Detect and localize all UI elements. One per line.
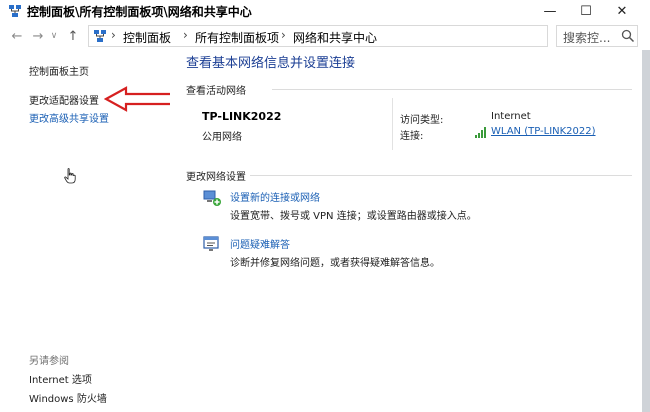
breadcrumb-all-items[interactable]: 所有控制面板项 — [195, 29, 279, 46]
search-box[interactable]: 搜索控... — [556, 25, 638, 47]
maximize-button[interactable]: ☐ — [568, 0, 604, 22]
wlan-connection-link[interactable]: WLAN (TP-LINK2022) — [491, 126, 596, 137]
red-arrow-icon — [104, 86, 176, 112]
change-adapter-settings-link[interactable]: 更改适配器设置 — [29, 92, 99, 107]
search-icon[interactable] — [621, 29, 635, 43]
title-bar: 控制面板\所有控制面板项\网络和共享中心 — ☐ ✕ — [0, 0, 650, 22]
window-edge — [642, 50, 650, 412]
access-type-label: 访问类型: — [400, 115, 444, 126]
troubleshoot-problems-description: 诊断并修复网络问题，或者获得疑难解答信息。 — [230, 258, 440, 269]
close-button[interactable]: ✕ — [604, 0, 640, 22]
new-connection-icon — [203, 190, 221, 206]
connections-label: 连接: — [400, 131, 424, 142]
change-advanced-sharing-link[interactable]: 更改高级共享设置 — [29, 110, 109, 125]
divider — [250, 175, 632, 176]
setup-new-connection-description: 设置宽带、拨号或 VPN 连接；或设置路由器或接入点。 — [230, 211, 477, 222]
control-panel-home-link[interactable]: 控制面板主页 — [29, 63, 89, 78]
window-title: 控制面板\所有控制面板项\网络和共享中心 — [27, 5, 252, 19]
divider — [272, 89, 632, 90]
page-title: 查看基本网络信息并设置连接 — [186, 56, 356, 71]
breadcrumb-separator[interactable]: › — [111, 28, 116, 42]
breadcrumb-network-center[interactable]: 网络和共享中心 — [293, 29, 377, 46]
change-network-settings-heading: 更改网络设置 — [186, 172, 246, 183]
access-type-value: Internet — [491, 111, 531, 122]
hand-cursor-icon — [64, 168, 76, 184]
address-bar[interactable]: › 控制面板 › 所有控制面板项 › 网络和共享中心 ∨ ↻ — [88, 25, 628, 47]
internet-options-link[interactable]: Internet 选项 — [29, 371, 92, 386]
breadcrumb-separator[interactable]: › — [281, 28, 286, 42]
up-button[interactable]: ↑ — [64, 27, 82, 45]
minimize-button[interactable]: — — [532, 0, 568, 22]
back-button[interactable]: ← — [8, 27, 26, 45]
network-center-icon — [94, 30, 106, 42]
left-pane: 控制面板主页 更改适配器设置 更改高级共享设置 另请参阅 Internet 选项… — [0, 50, 176, 412]
wifi-signal-icon — [475, 127, 486, 138]
forward-button[interactable]: → — [29, 27, 47, 45]
network-category: 公用网络 — [202, 132, 242, 143]
see-also-heading: 另请参阅 — [29, 356, 69, 367]
network-name: TP-LINK2022 — [202, 110, 282, 123]
divider — [392, 98, 393, 150]
setup-new-connection-link[interactable]: 设置新的连接或网络 — [230, 189, 320, 204]
breadcrumb-separator[interactable]: › — [183, 28, 188, 42]
recent-locations-button[interactable]: ∨ — [48, 27, 60, 45]
troubleshoot-icon — [203, 236, 219, 251]
troubleshoot-problems-link[interactable]: 问题疑难解答 — [230, 236, 290, 251]
active-networks-heading: 查看活动网络 — [186, 86, 246, 97]
search-input[interactable]: 搜索控... — [563, 29, 610, 46]
network-center-icon — [9, 5, 21, 17]
windows-firewall-link[interactable]: Windows 防火墙 — [29, 390, 107, 405]
breadcrumb-control-panel[interactable]: 控制面板 — [123, 29, 171, 46]
navigation-bar: ← → ∨ ↑ › 控制面板 › 所有控制面板项 › 网络和共享中心 ∨ ↻ 搜… — [0, 22, 650, 50]
main-pane: 查看基本网络信息并设置连接 查看活动网络 TP-LINK2022 公用网络 访问… — [170, 50, 650, 412]
